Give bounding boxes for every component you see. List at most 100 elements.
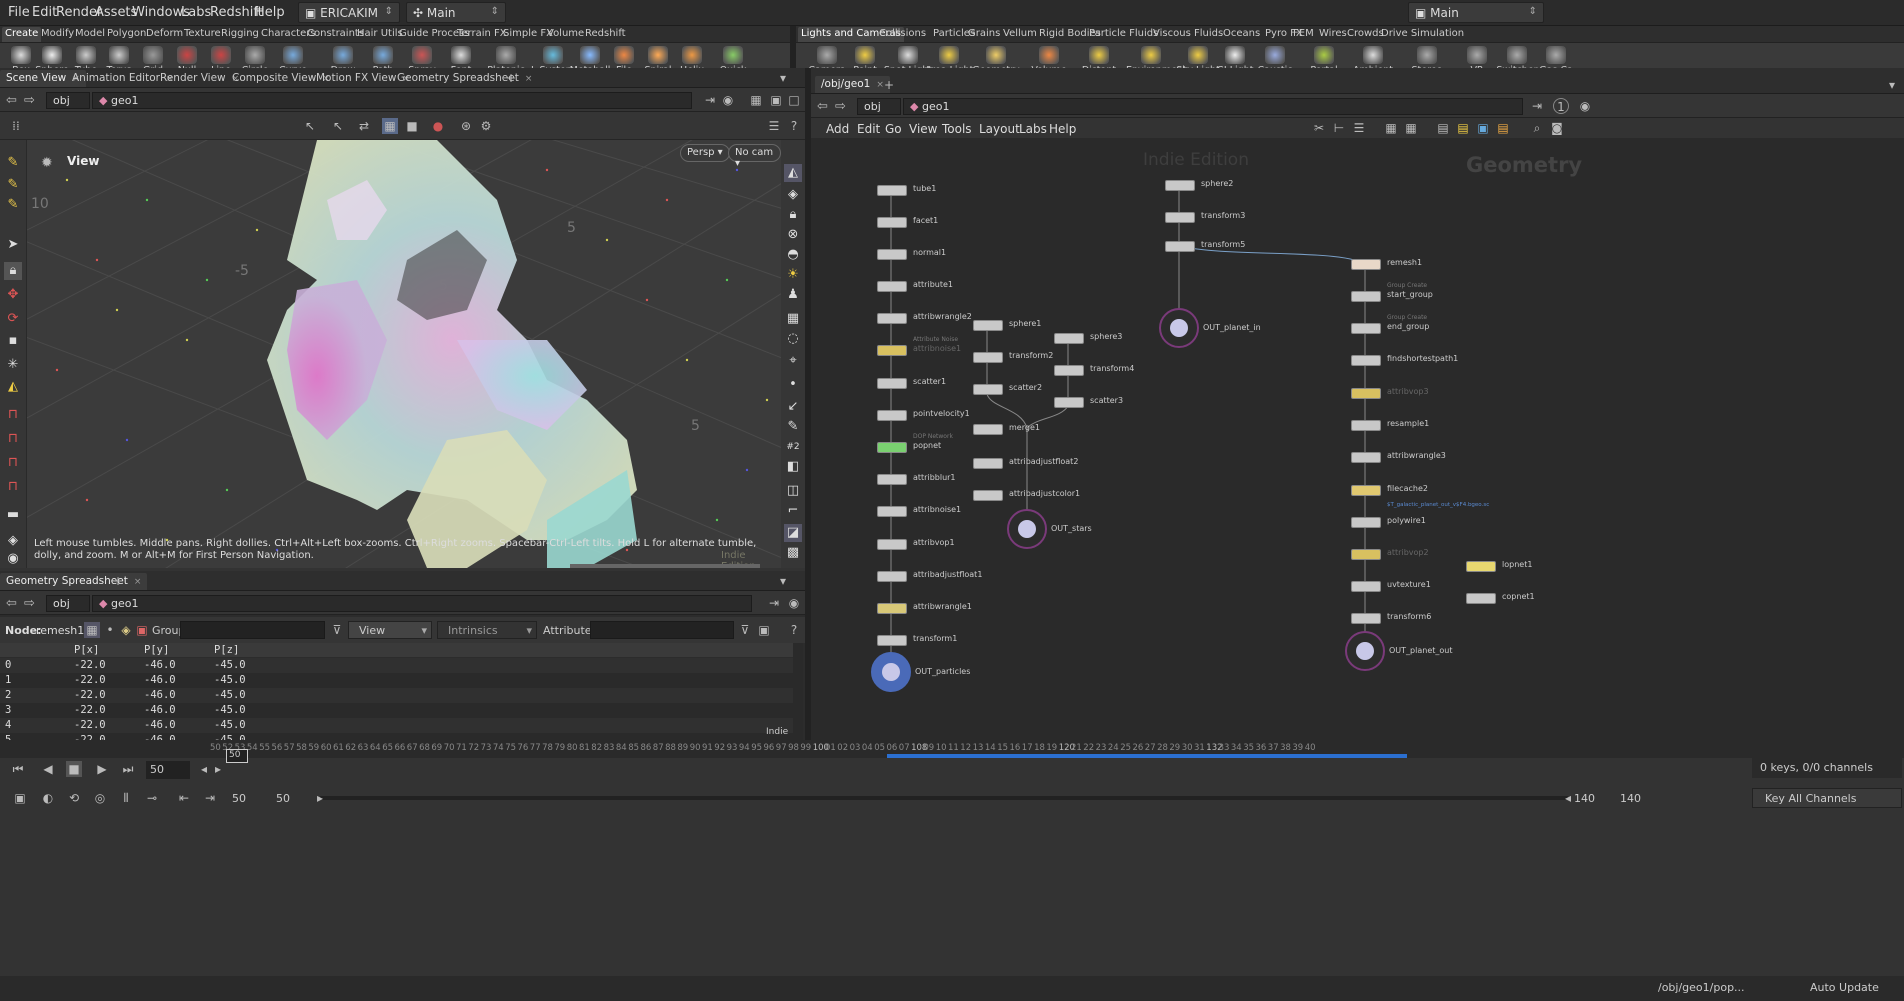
scale-icon[interactable]: ▪ [4, 332, 22, 350]
shade-icon[interactable]: ◪ [784, 524, 802, 542]
marker-icon[interactable]: ⊸ [144, 790, 160, 806]
menu-go[interactable]: Go [885, 122, 902, 136]
back-arrow-icon[interactable]: ⇦ [6, 93, 17, 108]
range-start[interactable]: 50 [232, 792, 246, 805]
link-icon[interactable]: ◉ [720, 92, 736, 108]
backdrop-icon[interactable]: ▣ [1475, 120, 1491, 136]
table-row[interactable]: 1 -22.0 -46.0 -45.0 [0, 673, 800, 688]
number-icon[interactable]: #2 [784, 438, 802, 456]
realtime-icon[interactable]: ▣ [12, 790, 28, 806]
playhead[interactable]: 50 [226, 749, 248, 763]
forward-arrow-icon[interactable]: ⇨ [24, 93, 35, 108]
select-prims-icon[interactable]: ▦ [382, 118, 398, 134]
display-options-icon[interactable]: ◭ [784, 164, 802, 182]
menu-help[interactable]: Help [1049, 122, 1076, 136]
palette-icon[interactable]: ▤ [1495, 120, 1511, 136]
range-end-2[interactable]: 140 [1620, 792, 1641, 805]
arrow-icon[interactable]: ↙ [784, 398, 802, 416]
table-row[interactable]: 4 -22.0 -46.0 -45.0 [0, 718, 800, 733]
lock-icon[interactable]: 🔒︎ [4, 262, 22, 280]
grid-menu-icon[interactable]: ⁞⁞ [8, 118, 24, 134]
pin-icon[interactable]: ⇥ [702, 92, 718, 108]
path-root-crumb[interactable]: obj [46, 595, 90, 612]
shelf-tab-rigging[interactable]: Rigging [218, 27, 262, 42]
snap-icon[interactable]: ⊛ [458, 118, 474, 134]
range-slider[interactable] [320, 796, 1568, 800]
close-icon[interactable]: × [525, 74, 533, 84]
primitives-icon[interactable]: ◈ [118, 622, 134, 638]
pin-icon[interactable]: ⇥ [1529, 98, 1545, 114]
shelf-tab-create[interactable]: Create [2, 27, 42, 42]
rotate-icon[interactable]: ⟳ [4, 310, 22, 328]
menu-labs[interactable]: Labs [181, 5, 211, 20]
menu-help[interactable]: Help [255, 5, 285, 20]
search-icon[interactable]: ⌕ [1529, 120, 1545, 136]
tree-icon[interactable]: ⊢ [1331, 120, 1347, 136]
image-icon[interactable]: ▤ [1435, 120, 1451, 136]
pin-icon[interactable]: ⇥ [766, 595, 782, 611]
normals-icon[interactable]: ◌ [784, 330, 802, 348]
range-icon[interactable]: ⫴ [118, 790, 134, 806]
persp-dropdown[interactable]: Persp ▾ [680, 144, 730, 162]
table-row[interactable]: 0 -22.0 -46.0 -45.0 [0, 658, 800, 673]
start-range-icon[interactable]: ⇤ [176, 790, 192, 806]
frame-input[interactable]: 50 [146, 761, 190, 779]
network-editor[interactable]: Indie Edition Geometry tube1 facet1 normal… [811, 138, 1904, 740]
range-handle-left[interactable]: ▸ [312, 790, 328, 806]
path-node-crumb[interactable]: ◆ geo1 [903, 98, 1523, 115]
select-arrow-icon[interactable]: ➤ [4, 236, 22, 254]
options-icon[interactable]: ▣ [756, 622, 772, 638]
camera-dropdown[interactable]: No cam ▾ [728, 144, 781, 169]
shelf-tab-viscous-fluids[interactable]: Viscous Fluids [1150, 27, 1226, 42]
shelf-tab-vellum[interactable]: Vellum [1000, 27, 1040, 42]
output-node[interactable] [1159, 308, 1199, 348]
right-desktop-dropdown[interactable]: ▣ Main ⇕ [1408, 2, 1544, 23]
note-icon[interactable]: ▤ [1455, 120, 1471, 136]
transform-icon[interactable]: ✥ [4, 286, 22, 304]
pen-icon[interactable]: ✎ [784, 418, 802, 436]
link-icon[interactable]: ◉ [1577, 98, 1593, 114]
path-root-crumb[interactable]: obj [46, 92, 90, 109]
magnet-icon-1[interactable]: ⊓ [4, 406, 22, 424]
forward-arrow-icon[interactable]: ⇨ [835, 99, 846, 114]
range-end[interactable]: 140 [1574, 792, 1595, 805]
output-node[interactable] [1007, 509, 1047, 549]
pane-menu-icon[interactable]: ▾ [1884, 77, 1900, 93]
vertical-scrollbar[interactable] [793, 643, 803, 741]
output-node[interactable] [1345, 631, 1385, 671]
ghost-icon[interactable]: ◈ [784, 186, 802, 204]
column-header[interactable]: P[y] [144, 644, 169, 656]
shelf-tab-collisions[interactable]: Collisions [876, 27, 929, 42]
camera-icon[interactable]: ▦ [748, 92, 764, 108]
desktop-dropdown[interactable]: ✣ Main ⇕ [406, 2, 506, 23]
shelf-tab-grains[interactable]: Grains [965, 27, 1003, 42]
intrinsics-dropdown[interactable]: Intrinsics ▾ [437, 621, 537, 639]
table-row[interactable]: 3 -22.0 -46.0 -45.0 [0, 703, 800, 718]
play-reverse-icon[interactable]: ◀ [40, 761, 56, 777]
shelf-tab-model[interactable]: Model [72, 27, 108, 42]
light-icon[interactable]: ☀ [784, 266, 802, 284]
end-range-icon[interactable]: ⇥ [202, 790, 218, 806]
camera-icon[interactable]: ◙ [1549, 120, 1565, 136]
attributes-input[interactable] [590, 621, 734, 639]
points-icon[interactable]: ▦ [84, 622, 100, 638]
camera-view-icon[interactable]: ◧ [784, 458, 802, 476]
shelf-tab-volume[interactable]: Volume [544, 27, 587, 42]
shelf-tab-fem[interactable]: FEM [1290, 27, 1317, 42]
help-icon[interactable]: ? [786, 622, 802, 638]
point-icon[interactable]: • [784, 376, 802, 394]
select-geo-icon[interactable]: ↖ [302, 118, 318, 134]
link-icon[interactable]: ◉ [786, 595, 802, 611]
snapshot-icon[interactable]: ▣ [768, 92, 784, 108]
column-header[interactable]: P[z] [214, 644, 239, 656]
add-tab-icon[interactable]: + [881, 77, 897, 93]
pose-icon[interactable]: ✳ [4, 356, 22, 374]
group-input[interactable] [180, 621, 325, 639]
handle-icon[interactable]: ◭ [4, 378, 22, 396]
filter-icon[interactable]: ⊽ [329, 622, 345, 638]
view-dropdown[interactable]: View ▾ [348, 621, 432, 639]
link-number-icon[interactable]: 1 [1553, 98, 1569, 114]
path-node-crumb[interactable]: ◆ geo1 [92, 595, 752, 612]
vectors-icon[interactable]: ⌖ [784, 352, 802, 370]
pane-menu-icon[interactable]: ▾ [775, 573, 791, 589]
